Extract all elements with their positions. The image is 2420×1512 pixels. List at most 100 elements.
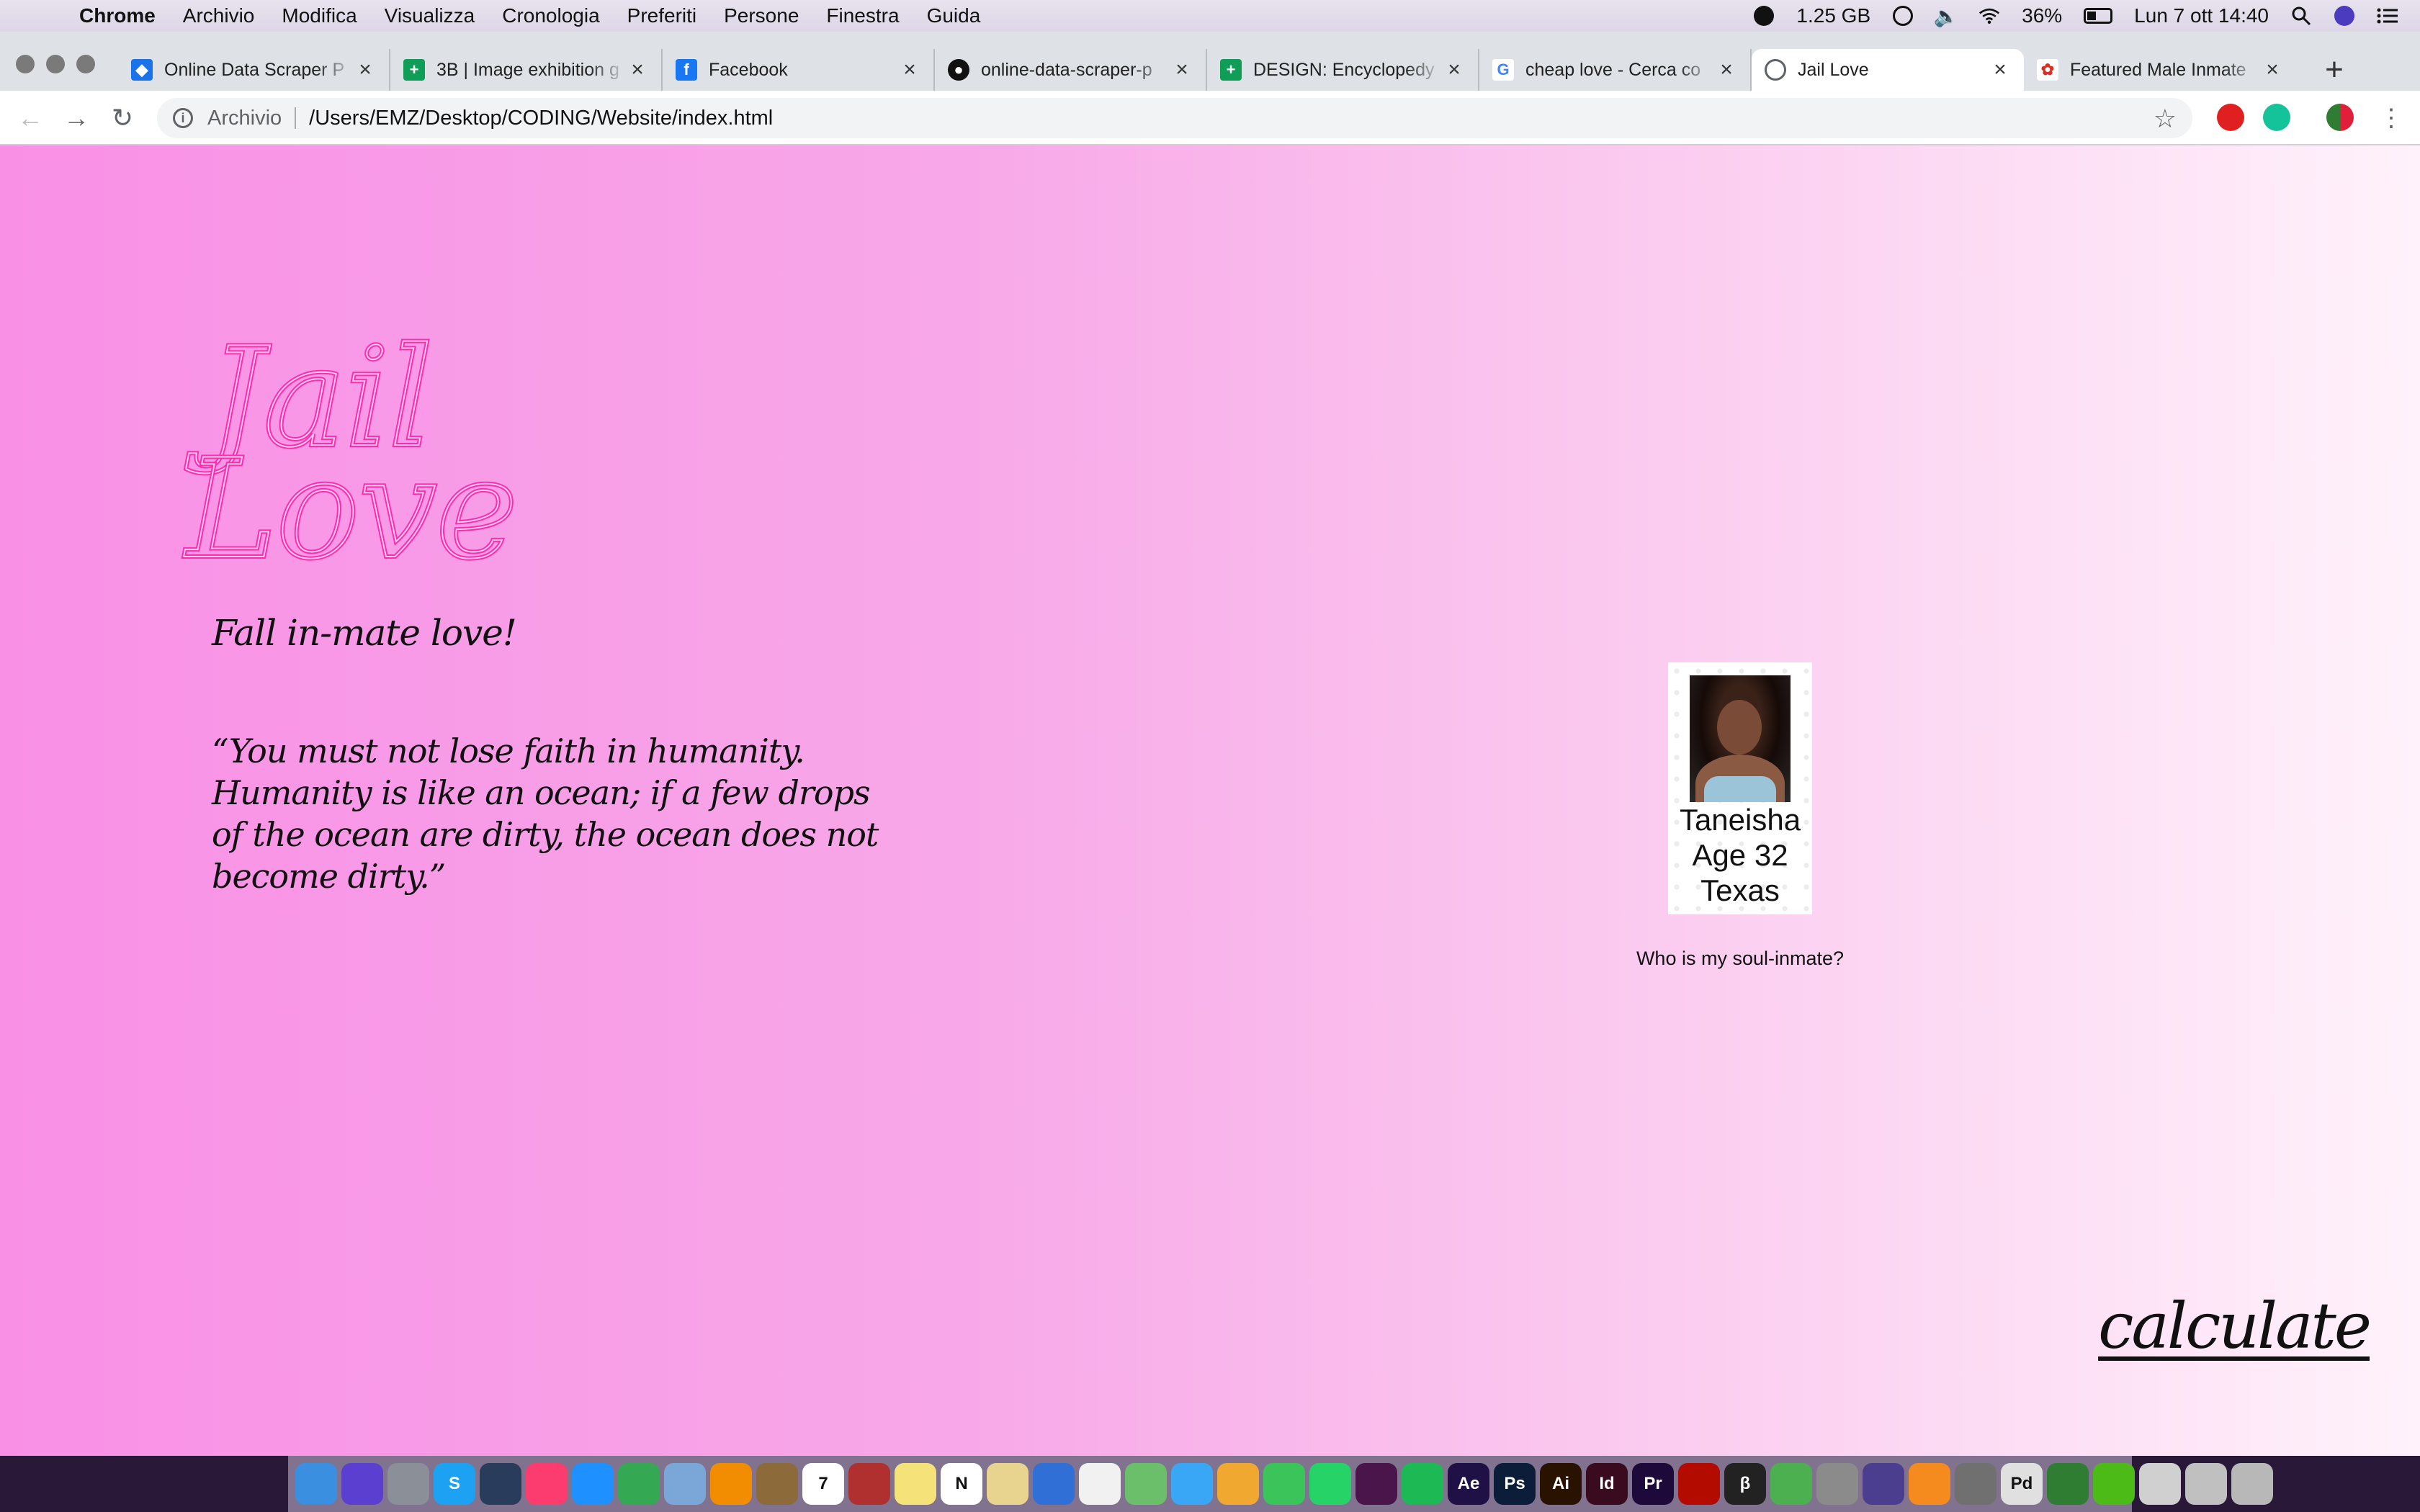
clock[interactable]: Lun 7 ott 14:40: [2134, 4, 2269, 27]
browser-icon[interactable]: [1770, 1463, 1812, 1505]
battery-percent[interactable]: 36%: [2022, 4, 2062, 27]
menu-archivio[interactable]: Archivio: [183, 4, 255, 27]
menu-modifica[interactable]: Modifica: [282, 4, 357, 27]
close-icon[interactable]: ×: [1716, 58, 1737, 82]
acrobat-icon[interactable]: [1678, 1463, 1720, 1505]
music-icon[interactable]: [526, 1463, 568, 1505]
premiere-icon[interactable]: Pr: [1632, 1463, 1674, 1505]
close-icon[interactable]: ×: [1171, 58, 1193, 82]
pages-icon[interactable]: [1079, 1463, 1121, 1505]
facetime-icon[interactable]: [1263, 1463, 1305, 1505]
menu-guida[interactable]: Guida: [927, 4, 981, 27]
creative-cloud-icon[interactable]: [1892, 5, 1914, 27]
menu-visualizza[interactable]: Visualizza: [385, 4, 475, 27]
notion-icon[interactable]: N: [941, 1463, 982, 1505]
launchpad-icon[interactable]: [387, 1463, 429, 1505]
quicktime-icon[interactable]: [480, 1463, 521, 1505]
appstore-icon[interactable]: [572, 1463, 614, 1505]
zoom-window-button[interactable]: [76, 55, 95, 73]
volume-icon[interactable]: 🔈: [1934, 5, 1959, 27]
extension-adblock-icon[interactable]: [2217, 104, 2244, 131]
photobooth-icon[interactable]: [848, 1463, 890, 1505]
maps-icon[interactable]: [1125, 1463, 1167, 1505]
slack-icon[interactable]: [1355, 1463, 1397, 1505]
tab-github[interactable]: ● online-data-scraper-p ×: [935, 49, 1207, 91]
tab-facebook[interactable]: f Facebook ×: [663, 49, 935, 91]
menu-preferiti[interactable]: Preferiti: [627, 4, 696, 27]
spotlight-search-icon[interactable]: [2290, 5, 2312, 27]
preview-icon[interactable]: [664, 1463, 706, 1505]
indesign-icon[interactable]: Id: [1586, 1463, 1628, 1505]
inmate-profile-card[interactable]: Taneisha Age 32 Texas: [1668, 662, 1812, 914]
textedit-icon[interactable]: [987, 1463, 1028, 1505]
tab-featured-male-inmate[interactable]: ✿ Featured Male Inmate ×: [2024, 49, 2296, 91]
tab-design-encyclopedy[interactable]: + DESIGN: Encyclopedy ×: [1207, 49, 1479, 91]
extension-grammarly-icon[interactable]: [2263, 104, 2290, 131]
siri-icon[interactable]: [2334, 5, 2355, 27]
illustrator-icon[interactable]: Ai: [1540, 1463, 1582, 1505]
siri-icon[interactable]: [341, 1463, 383, 1505]
trash-icon[interactable]: [2231, 1463, 2273, 1505]
bookmark-star-icon[interactable]: ☆: [2154, 104, 2177, 134]
notification-center-icon[interactable]: [2377, 5, 2398, 27]
transfer-icon[interactable]: [2093, 1463, 2135, 1505]
tab-image-exhibition[interactable]: + 3B | Image exhibition g ×: [390, 49, 663, 91]
calendar-icon[interactable]: 7: [802, 1463, 844, 1505]
minimize-window-button[interactable]: [46, 55, 65, 73]
back-button[interactable]: ←: [14, 102, 46, 134]
close-icon[interactable]: ×: [1989, 58, 2011, 82]
books-icon[interactable]: [1909, 1463, 1950, 1505]
inmate-state: Texas: [1700, 873, 1780, 907]
address-bar[interactable]: i Archivio /Users/EMZ/Desktop/CODING/Web…: [157, 98, 2192, 138]
grid-icon[interactable]: [2185, 1463, 2227, 1505]
notes-icon[interactable]: [756, 1463, 798, 1505]
archive-icon[interactable]: [2139, 1463, 2181, 1505]
menu-app-name[interactable]: Chrome: [79, 4, 156, 27]
close-icon[interactable]: ×: [627, 58, 648, 82]
vlc-icon[interactable]: [710, 1463, 752, 1505]
battery-icon[interactable]: [2084, 8, 2113, 24]
pd-icon[interactable]: Pd: [2001, 1463, 2043, 1505]
close-window-button[interactable]: [16, 55, 35, 73]
new-tab-button[interactable]: +: [2313, 49, 2355, 91]
browser-menu-icon[interactable]: ⋮: [2375, 102, 2407, 134]
font-icon[interactable]: [1816, 1463, 1858, 1505]
close-icon[interactable]: ×: [2262, 58, 2283, 82]
menu-cronologia[interactable]: Cronologia: [502, 4, 599, 27]
sysprefs-icon[interactable]: [1955, 1463, 1996, 1505]
keynote-icon[interactable]: [1033, 1463, 1075, 1505]
soul-inmate-link[interactable]: Who is my soul-inmate?: [1596, 948, 1884, 970]
address-url[interactable]: /Users/EMZ/Desktop/CODING/Website/index.…: [309, 107, 773, 130]
spotify-icon[interactable]: [1402, 1463, 1443, 1505]
skype-icon[interactable]: S: [434, 1463, 475, 1505]
memory-monitor-icon[interactable]: [1753, 5, 1775, 27]
reload-button[interactable]: ↻: [107, 102, 138, 134]
finder-icon[interactable]: [295, 1463, 337, 1505]
memory-readout[interactable]: 1.25 GB: [1796, 4, 1870, 27]
close-icon[interactable]: ×: [354, 58, 376, 82]
stickies-icon[interactable]: [895, 1463, 936, 1505]
beta-icon[interactable]: β: [1724, 1463, 1766, 1505]
memory-icon[interactable]: [2047, 1463, 2089, 1505]
aftereffects-icon[interactable]: Ae: [1448, 1463, 1489, 1505]
forward-button[interactable]: →: [60, 102, 92, 134]
tab-google-search[interactable]: G cheap love - Cerca co ×: [1479, 49, 1752, 91]
photoshop-icon[interactable]: Ps: [1494, 1463, 1536, 1505]
menu-finestra[interactable]: Finestra: [826, 4, 899, 27]
wifi-icon[interactable]: [1978, 5, 2000, 27]
chrome-icon[interactable]: [618, 1463, 660, 1505]
tab-jail-love[interactable]: Jail Love ×: [1752, 49, 2024, 91]
inmate-name: Taneisha: [1679, 803, 1801, 837]
info-icon[interactable]: i: [173, 108, 193, 128]
whatsapp-icon[interactable]: [1309, 1463, 1351, 1505]
close-icon[interactable]: ×: [1443, 58, 1465, 82]
profile-avatar[interactable]: [2326, 104, 2354, 131]
logo-line-2-inline: Love: [184, 430, 517, 567]
messages-icon[interactable]: [1171, 1463, 1213, 1505]
close-icon[interactable]: ×: [899, 58, 920, 82]
menu-persone[interactable]: Persone: [724, 4, 799, 27]
calculate-button[interactable]: calculate: [2098, 1289, 2372, 1363]
photos-icon[interactable]: [1217, 1463, 1259, 1505]
tab-online-data-scraper[interactable]: ◆ Online Data Scraper P ×: [118, 49, 390, 91]
github-icon[interactable]: [1863, 1463, 1904, 1505]
